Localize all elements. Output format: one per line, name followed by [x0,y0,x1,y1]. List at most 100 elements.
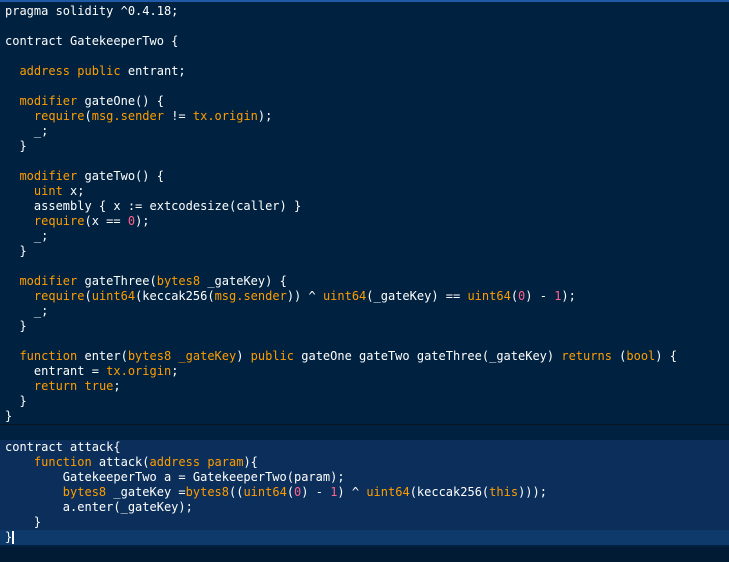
code-line[interactable]: } [0,409,729,424]
code-token: bytes8 [156,274,201,288]
code-token: GatekeeperTwo a = GatekeeperTwo(param); [5,470,345,484]
code-token: bytes8 [62,485,107,499]
code-token: bytes8 [127,349,172,363]
code-token: tx.origin [192,109,258,123]
code-line[interactable]: } [0,394,729,409]
code-token: entrant = [5,364,107,378]
code-line[interactable]: require(uint64(keccak256(msg.sender)) ^ … [0,289,729,304]
code-line[interactable]: pragma solidity ^0.4.18; [0,4,729,19]
code-token: _gateKey = [106,485,186,499]
code-token: } [5,530,13,544]
code-line[interactable] [0,79,729,94]
code-token: ))); [518,485,547,499]
code-token: ) [236,349,251,363]
code-token: function [33,455,92,469]
code-line[interactable]: modifier gateOne() { [0,94,729,109]
code-line[interactable]: assembly { x := extcodesize(caller) } [0,199,729,214]
code-token: param [207,455,244,469]
code-token: attack( [91,455,150,469]
code-line[interactable]: modifier gateTwo() { [0,169,729,184]
code-token: enter( [77,349,128,363]
code-line[interactable]: } [0,515,729,530]
code-line[interactable]: bytes8 _gateKey =bytes8((uint64(0) - 1) … [0,485,729,500]
code-token: _; [5,229,49,243]
code-token: 0 [127,214,136,228]
code-line[interactable]: contract GatekeeperTwo { [0,34,729,49]
code-token: contract attack{ [5,440,121,454]
code-line[interactable]: require(x == 0); [0,214,729,229]
code-line[interactable] [0,154,729,169]
code-token: } [5,244,27,258]
code-line[interactable]: a.enter(_gateKey); [0,500,729,515]
code-line[interactable]: return true; [0,379,729,394]
code-line[interactable]: contract attack{ [0,440,729,455]
code-token: function [19,349,78,363]
code-token: msg.sender [91,109,164,123]
code-token: } [5,409,13,423]
code-line[interactable]: _; [0,304,729,319]
code-token: ) - [525,289,555,303]
code-line[interactable]: function enter(bytes8 _gateKey) public g… [0,349,729,364]
code-line[interactable]: entrant = tx.origin; [0,364,729,379]
code-token: tx.origin [106,364,172,378]
code-token: gateTwo() { [77,169,164,183]
code-token: public [250,349,295,363]
code-line[interactable] [0,334,729,349]
code-token: true [84,379,114,393]
code-line[interactable]: address public entrant; [0,64,729,79]
code-token: modifier [19,169,78,183]
code-token: _; [5,124,49,138]
code-token: _gateKey) { [200,274,287,288]
code-line[interactable]: } [0,244,729,259]
code-token: returns [561,349,612,363]
code-line[interactable]: require(msg.sender != tx.origin); [0,109,729,124]
code-line[interactable] [0,424,729,440]
code-line[interactable]: modifier gateThree(bytes8 _gateKey) { [0,274,729,289]
code-token: uint64 [243,485,287,499]
code-token: ) ^ [337,485,367,499]
code-token: ); [257,109,273,123]
code-line[interactable]: function attack(address param){ [0,455,729,470]
code-line[interactable]: _; [0,229,729,244]
code-token: } [5,139,27,153]
text-cursor [12,531,15,544]
code-token: uint64 [467,289,511,303]
code-line[interactable] [0,49,729,64]
code-token: assembly { x := extcodesize(caller) } [5,199,302,213]
code-editor[interactable]: pragma solidity ^0.4.18; contract Gatekee… [0,0,729,562]
code-token: address [19,64,71,78]
code-token: bool [626,349,656,363]
code-token: gateOne() { [77,94,164,108]
code-token: pragma solidity ^0.4.18; [5,4,179,18]
code-line[interactable]: } [0,139,729,154]
code-line[interactable]: uint x; [0,184,729,199]
code-line[interactable]: } [0,319,729,334]
code-token: ; [171,364,179,378]
code-token: (_gateKey) == [366,289,468,303]
code-token: contract GatekeeperTwo { [5,34,179,48]
code-token: uint64 [366,485,410,499]
code-token: != [163,109,193,123]
code-line[interactable] [0,259,729,274]
code-token: (( [229,485,244,499]
editor-bottom-area [0,547,729,562]
code-line[interactable]: _; [0,124,729,139]
code-token: x; [62,184,85,198]
code-token: } [5,394,27,408]
code-token: _; [5,304,49,318]
code-token: ){ [243,455,258,469]
code-token: } [5,515,42,529]
code-line[interactable]: GatekeeperTwo a = GatekeeperTwo(param); [0,470,729,485]
code-line[interactable] [0,19,729,34]
code-token: gateThree( [77,274,157,288]
code-line[interactable]: } [0,530,729,545]
code-token: ); [135,214,150,228]
